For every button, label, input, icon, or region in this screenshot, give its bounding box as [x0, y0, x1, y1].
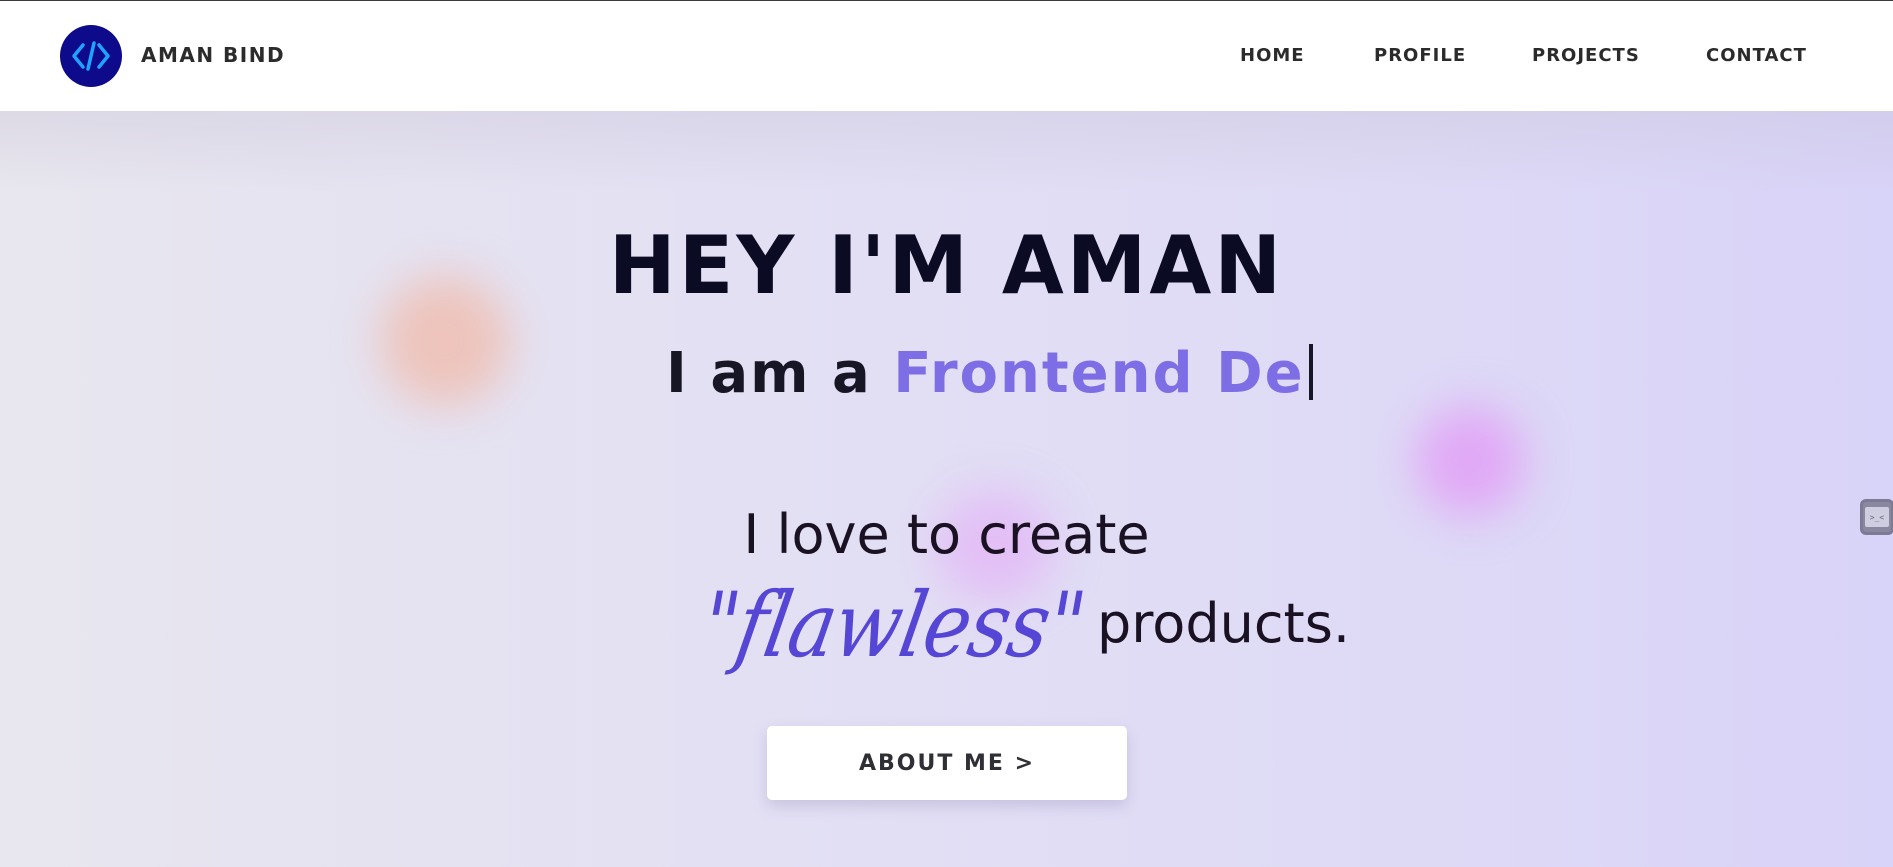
hero-section: HEY I'M AMAN I am a Frontend De I love t…: [0, 111, 1893, 867]
nav-profile[interactable]: PROFILE: [1374, 45, 1466, 66]
tagline-line1: I love to create: [743, 503, 1150, 566]
side-widget-button[interactable]: >_<: [1860, 499, 1893, 535]
tagline-highlight: "flawless": [693, 574, 1093, 678]
typing-role: Frontend De: [893, 341, 1305, 406]
about-me-button[interactable]: ABOUT ME >: [767, 726, 1127, 800]
nav-home[interactable]: HOME: [1240, 45, 1305, 66]
typing-cursor: [1308, 344, 1313, 400]
tagline-suffix: products.: [1097, 592, 1350, 655]
site-header: AMAN BIND HOME PROFILE PROJECTS CONTACT: [0, 1, 1893, 111]
typing-prefix: I am a: [666, 341, 894, 406]
decor-blob-pink: [1415, 406, 1525, 516]
typing-line: I am a Frontend De: [666, 341, 1313, 406]
terminal-face-icon: >_<: [1865, 507, 1889, 527]
hero-headline: HEY I'M AMAN: [608, 219, 1285, 312]
nav-projects[interactable]: PROJECTS: [1532, 45, 1640, 66]
main-nav: HOME PROFILE PROJECTS CONTACT: [0, 45, 1893, 69]
nav-contact[interactable]: CONTACT: [1706, 45, 1807, 66]
tagline-line2: "flawless"products.: [694, 574, 1350, 678]
hero-shade: [0, 111, 1893, 191]
